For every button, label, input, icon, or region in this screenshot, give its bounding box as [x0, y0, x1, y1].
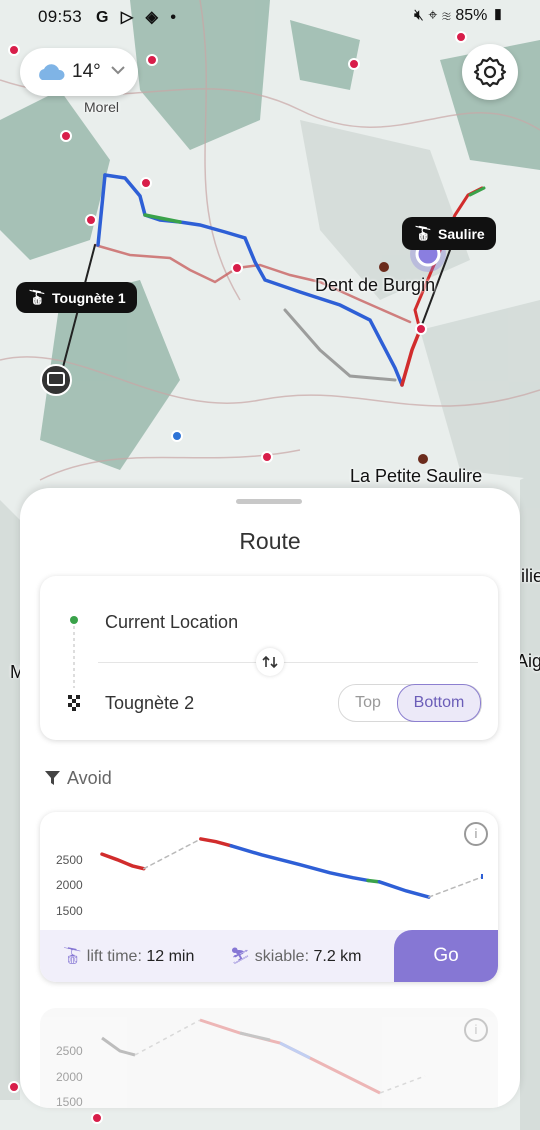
route-result-card[interactable]: i 2500 2000 1500 🚡︎ lift time: 12 min ⛷︎…	[40, 812, 498, 982]
top-bottom-toggle: Top Bottom	[338, 684, 482, 722]
elevation-segment	[100, 852, 146, 871]
temperature: 14°	[72, 61, 101, 82]
elevation-segment	[229, 844, 370, 883]
sheet-title: Route	[239, 528, 301, 554]
y-tick: 2500	[56, 1044, 83, 1058]
battery-icon: ▮	[491, 7, 504, 24]
status-time: 09:53	[38, 7, 83, 26]
skier-icon: ⛷︎	[230, 948, 251, 965]
gear-icon	[473, 56, 507, 88]
filter-icon	[45, 771, 60, 785]
route-sheet: Route Current Location Tougnète 2 Top Bo…	[20, 488, 520, 1108]
toggle-bottom[interactable]: Bottom	[397, 684, 481, 722]
edge-label-right-1: ilie	[521, 566, 540, 586]
elevation-chart: 2500 2000 1500	[56, 837, 483, 918]
chevron-down-icon	[111, 66, 125, 75]
elevation-segment	[428, 876, 483, 898]
elevation-segment	[143, 838, 202, 870]
route-destination[interactable]: Tougnète 2	[105, 693, 194, 714]
elevation-end-marker	[481, 874, 483, 879]
wifi-icon: ≋	[441, 7, 451, 24]
route-divider	[98, 662, 478, 663]
status-right: 🔇︎ ⌖ ≋ 85% ▮	[414, 7, 504, 25]
skiable-label: skiable:	[254, 948, 310, 965]
elevation-chart-alt: 2500 2000 1500	[56, 1018, 426, 1108]
battery-text: 85%	[455, 7, 488, 24]
lift-label-text: Saulire	[438, 226, 485, 242]
skiable-stat: ⛷︎ skiable: 7.2 km	[230, 946, 361, 966]
y-tick: 2000	[56, 1070, 83, 1084]
notification-icons: G ▷ ◈ •	[96, 9, 180, 26]
gondola-icon: 🚡︎	[28, 289, 46, 305]
status-bar: 09:53 G ▷ ◈ • 🔇︎ ⌖ ≋ 85% ▮	[0, 0, 540, 34]
elevation-segment	[199, 837, 233, 848]
y-tick: 1500	[56, 904, 83, 918]
settings-button[interactable]	[462, 44, 518, 100]
route-result-card-alt[interactable]: i 2500 2000 1500	[40, 1008, 498, 1108]
skiable-value: 7.2 km	[313, 948, 362, 965]
swap-button[interactable]	[256, 648, 284, 676]
avoid-label: Avoid	[67, 768, 112, 788]
lift-time-stat: 🚡︎ lift time: 12 min	[62, 946, 194, 966]
lift-time-value: 12 min	[146, 948, 195, 965]
gondola-icon: 🚡︎	[414, 225, 432, 241]
route-card: Current Location Tougnète 2 Top Bottom	[40, 576, 498, 740]
cloud-icon	[39, 64, 65, 80]
swap-arrows-icon	[262, 655, 278, 669]
y-tick: 2500	[56, 853, 83, 867]
sheet-drag-handle[interactable]	[236, 499, 302, 504]
checkered-flag-icon	[68, 695, 80, 711]
route-origin[interactable]: Current Location	[105, 612, 238, 633]
mute-icon: 🔇︎	[413, 7, 424, 24]
lift-label-saulire[interactable]: 🚡︎ Saulire	[402, 217, 496, 250]
weather-button[interactable]: 14°	[20, 48, 138, 96]
go-button[interactable]: Go	[394, 930, 498, 982]
place-morel: Morel	[84, 99, 120, 115]
lift-label-tougnete-1[interactable]: 🚡︎ Tougnète 1	[16, 282, 137, 313]
gondola-icon: 🚡︎	[62, 948, 83, 965]
route-connector	[68, 616, 80, 711]
y-tick: 2000	[56, 878, 83, 892]
place-la-petite-saulire: La Petite Saulire	[350, 466, 483, 486]
toggle-top[interactable]: Top	[339, 685, 397, 721]
origin-dot-icon	[70, 616, 78, 624]
place-dent-de-burgin: Dent de Burgin	[315, 275, 436, 295]
lift-label-text: Tougnète 1	[52, 290, 126, 306]
elevation-segment	[377, 880, 431, 899]
y-tick: 1500	[56, 1095, 83, 1108]
lift-time-label: lift time:	[86, 948, 142, 965]
location-icon: ⌖	[428, 7, 438, 24]
